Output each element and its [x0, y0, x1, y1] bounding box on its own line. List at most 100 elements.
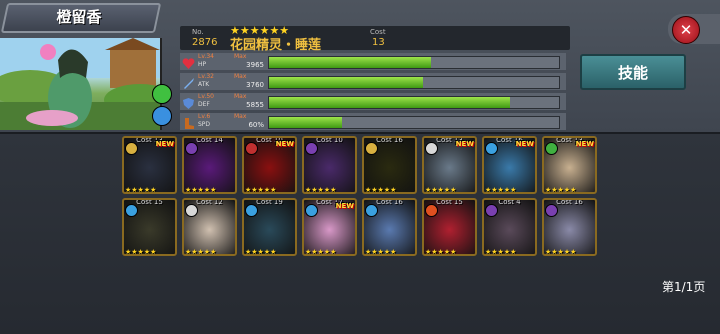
unit-card[interactable]: Cost 13 NEW ★★★★★ [542, 136, 597, 194]
element-icon [125, 142, 138, 155]
unit-card[interactable]: Cost 10 ★★★★★ [302, 136, 357, 194]
stat-bar [268, 56, 560, 69]
card-stars: ★★★★★ [365, 186, 397, 194]
stat-value: 5855 [246, 101, 264, 109]
stat-bar-fill [269, 77, 423, 88]
shield-icon [182, 95, 195, 109]
stat-value: 3965 [246, 61, 264, 69]
new-badge: NEW [455, 140, 474, 148]
element-icon [545, 204, 558, 217]
element-icon [425, 142, 438, 155]
unit-card[interactable]: Cost 12 ★★★★★ [182, 198, 237, 256]
stat-row-hp: Lv.34 HP Max 3965 [180, 53, 566, 70]
skill-button[interactable]: 技能 [580, 54, 686, 90]
new-badge: NEW [575, 140, 594, 148]
card-stars: ★★★★★ [365, 248, 397, 256]
element-icon [305, 204, 318, 217]
close-button[interactable]: ✕ [672, 16, 700, 44]
element-icon [485, 204, 498, 217]
unit-card[interactable]: Cost 16 ★★★★★ [362, 198, 417, 256]
unit-card[interactable]: Cost 4 ★★★★★ [482, 198, 537, 256]
card-stars: ★★★★★ [545, 186, 577, 194]
card-stars: ★★★★★ [485, 186, 517, 194]
card-stars: ★★★★★ [425, 186, 457, 194]
unit-portrait-art [0, 38, 160, 130]
close-button-frame: ✕ [668, 14, 720, 44]
unit-card[interactable]: Cost 17 NEW ★★★★★ [302, 198, 357, 256]
stat-row-def: Lv.50 DEF Max 5855 [180, 93, 566, 110]
stat-bar [268, 96, 560, 109]
unit-card[interactable]: Cost 15 ★★★★★ [122, 198, 177, 256]
stat-row-atk: Lv.32 ATK Max 3760 [180, 73, 566, 90]
stat-level: Lv.50 [198, 93, 214, 100]
element-icon [152, 84, 172, 104]
stat-bar-fill [269, 117, 342, 128]
unit-cost: 13 [372, 37, 385, 48]
unit-portrait [0, 38, 162, 130]
unit-card[interactable]: Cost 10 NEW ★★★★★ [242, 136, 297, 194]
unit-no-label: No. [192, 28, 204, 36]
element-icon [365, 204, 378, 217]
side-icons [152, 82, 174, 128]
unit-no: 2876 [192, 37, 218, 48]
stat-bar-fill [269, 57, 432, 68]
stat-label: ATK [198, 81, 210, 88]
unit-card[interactable]: Cost 16 NEW ★★★★★ [482, 136, 537, 194]
element-icon [425, 204, 438, 217]
stat-max: Max [234, 73, 247, 80]
card-stars: ★★★★★ [185, 186, 217, 194]
stat-bar [268, 76, 560, 89]
unit-card[interactable]: Cost 13 NEW ★★★★★ [422, 136, 477, 194]
unit-card[interactable]: Cost 15 ★★★★★ [422, 198, 477, 256]
stat-level: Lv.6 [198, 113, 211, 120]
element-icon [245, 142, 258, 155]
stat-level: Lv.34 [198, 53, 214, 60]
stat-bar [268, 116, 560, 129]
element-icon [305, 142, 318, 155]
stat-max: Max [234, 113, 247, 120]
unit-card[interactable]: Cost 16 ★★★★★ [542, 198, 597, 256]
new-badge: NEW [275, 140, 294, 148]
stat-label: HP [198, 61, 207, 68]
element-icon [185, 204, 198, 217]
stat-max: Max [234, 53, 247, 60]
unit-card[interactable]: Cost 13 NEW ★★★★★ [122, 136, 177, 194]
card-stars: ★★★★★ [185, 248, 217, 256]
card-stars: ★★★★★ [305, 248, 337, 256]
stat-label: SPD [198, 121, 211, 128]
element-icon [185, 142, 198, 155]
boot-icon [182, 115, 195, 129]
class-icon [152, 106, 172, 126]
stat-row-spd: Lv.6 SPD Max 60% [180, 113, 566, 130]
element-icon [245, 204, 258, 217]
stat-value: 60% [248, 121, 264, 129]
unit-card[interactable]: Cost 19 ★★★★★ [242, 198, 297, 256]
new-badge: NEW [515, 140, 534, 148]
unit-card[interactable]: Cost 16 ★★★★★ [362, 136, 417, 194]
card-stars: ★★★★★ [125, 248, 157, 256]
new-badge: NEW [335, 202, 354, 210]
heart-icon [182, 55, 195, 69]
card-stars: ★★★★★ [425, 248, 457, 256]
stat-value: 3760 [246, 81, 264, 89]
unit-card[interactable]: Cost 14 ★★★★★ [182, 136, 237, 194]
card-stars: ★★★★★ [125, 186, 157, 194]
card-stars: ★★★★★ [485, 248, 517, 256]
hero-name: 橙留香 [56, 8, 102, 26]
stat-label: DEF [198, 101, 210, 108]
page-indicator: 第1/1页 [662, 280, 706, 294]
element-icon [545, 142, 558, 155]
element-icon [485, 142, 498, 155]
sword-icon [182, 75, 195, 89]
stat-level: Lv.32 [198, 73, 214, 80]
card-stars: ★★★★★ [245, 248, 277, 256]
card-stars: ★★★★★ [245, 186, 277, 194]
stat-max: Max [234, 93, 247, 100]
card-stars: ★★★★★ [305, 186, 337, 194]
card-stars: ★★★★★ [545, 248, 577, 256]
unit-grid-panel [0, 132, 720, 334]
unit-cost-label: Cost [370, 28, 386, 36]
unit-name: 花园精灵・睡莲 [230, 38, 322, 53]
stat-bar-fill [269, 97, 510, 108]
element-icon [365, 142, 378, 155]
